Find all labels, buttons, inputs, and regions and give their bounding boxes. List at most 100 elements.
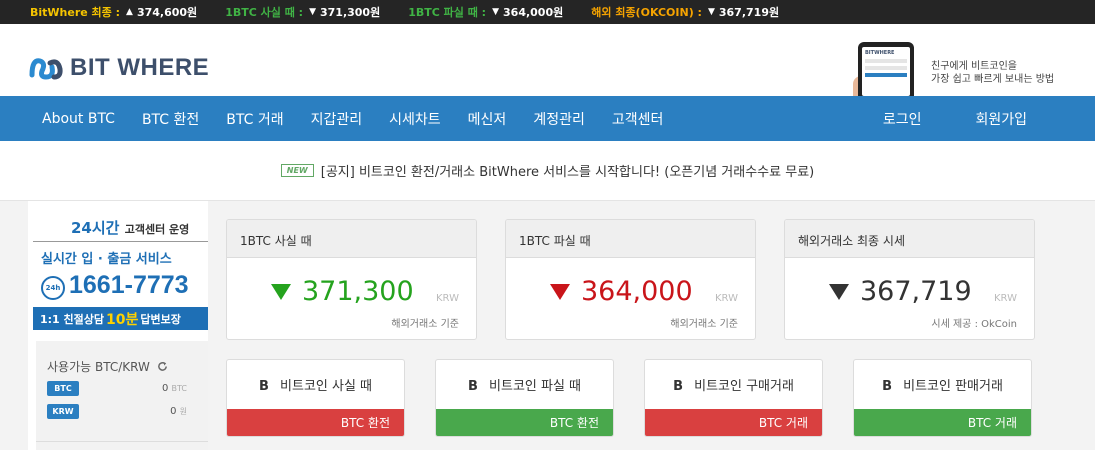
currency-badge: KRW — [47, 404, 79, 419]
phone-button — [865, 73, 907, 77]
ticker-label: BitWhere 최종 : — [30, 6, 121, 19]
ticker-value: 367,719원 — [718, 6, 780, 19]
price-display: 367,719 — [829, 276, 972, 307]
notice-link[interactable]: [공지] 비트코인 환전/거래소 BitWhere 서비스를 시작합니다! (오… — [321, 161, 814, 180]
ticker-value: 364,000원 — [503, 6, 564, 19]
balance-value: 0 BTC — [162, 383, 187, 394]
action-label: B 비트코인 파실 때 — [436, 375, 613, 394]
action-footer[interactable]: BTC 거래 — [854, 409, 1031, 436]
action-sale-trade[interactable]: B 비트코인 판매거래 BTC 거래 — [853, 359, 1032, 437]
price-value: 371,300 — [302, 276, 414, 307]
price-value: 364,000 — [581, 276, 693, 307]
currency-badge: BTC — [47, 381, 79, 396]
action-buy-bitcoin[interactable]: B 비트코인 사실 때 BTC 환전 — [226, 359, 405, 437]
cs-title: 24시간 고객센터 운영 — [71, 217, 189, 238]
phone-screen: BITWHERE — [862, 47, 910, 96]
cs-bottom-post: 답변보장 — [140, 312, 181, 326]
cs-bottom-highlight: 10분 — [106, 311, 139, 328]
action-label-text: 비트코인 사실 때 — [280, 379, 373, 394]
customer-center-banner[interactable]: 24시간 고객센터 운영 실시간 입 · 출금 서비스 24h 1661-777… — [33, 217, 208, 330]
action-footer[interactable]: BTC 환전 — [227, 409, 404, 436]
price-ticker: BitWhere 최종 : ▲ 374,600원 1BTC 사실 때 : ▼ 3… — [0, 0, 1095, 24]
card-body: 371,300 KRW 해외거래소 기준 — [227, 258, 476, 339]
ticker-label: 1BTC 파실 때 : — [408, 6, 487, 19]
nav-item-account[interactable]: 계정관리 — [533, 109, 585, 129]
ticker-item-sell: 1BTC 파실 때 : ▼ 364,000원 — [408, 4, 563, 20]
nav-item-about-btc[interactable]: About BTC — [42, 111, 115, 127]
action-footer[interactable]: BTC 거래 — [645, 409, 822, 436]
card-title: 1BTC 파실 때 — [506, 220, 755, 258]
balance-row-btc: BTC 0 BTC — [47, 381, 187, 396]
price-unit: KRW — [436, 293, 459, 304]
bitcoin-icon: B — [673, 379, 683, 394]
phone-field — [865, 59, 907, 63]
balance-amount: 0 — [170, 406, 177, 417]
action-footer[interactable]: BTC 환전 — [436, 409, 613, 436]
action-label: B 비트코인 사실 때 — [227, 375, 404, 394]
ticker-label: 해외 최종(OKCOIN) : — [591, 6, 702, 19]
bitcoin-icon: B — [882, 379, 892, 394]
card-title: 해외거래소 최종 시세 — [785, 220, 1034, 258]
balance-panel: 사용가능 BTC/KRW BTC 0 BTC KRW 0 원 — [36, 341, 208, 450]
login-link[interactable]: 로그인 — [883, 109, 922, 129]
phone-logo: BITWHERE — [865, 50, 895, 56]
card-body: 364,000 KRW 해외거래소 기준 — [506, 258, 755, 339]
ticker-label: 1BTC 사실 때 : — [225, 6, 304, 19]
price-unit: KRW — [994, 293, 1017, 304]
price-value: 367,719 — [860, 276, 972, 307]
ticker-value: 374,600원 — [136, 6, 198, 19]
price-source: 해외거래소 기준 — [670, 319, 738, 330]
site-header: BIT WHERE BITWHERE 친구에게 비트코인을 가장 쉽고 빠르게 … — [0, 24, 1095, 96]
balance-row-krw: KRW 0 원 — [47, 404, 187, 419]
cs-service: 실시간 입 · 출금 서비스 — [41, 252, 172, 267]
promo-line: 가장 쉽고 빠르게 보내는 방법 — [931, 74, 1055, 85]
sidebar: 24시간 고객센터 운영 실시간 입 · 출금 서비스 24h 1661-777… — [28, 201, 208, 450]
cs-bottom-strip: 1:1 친절상담 10분 답변보장 — [33, 307, 208, 330]
price-source: 해외거래소 기준 — [391, 319, 459, 330]
price-source: 시세 제공 : OkCoin — [931, 319, 1017, 330]
action-label: B 비트코인 구매거래 — [645, 375, 822, 394]
action-purchase-trade[interactable]: B 비트코인 구매거래 BTC 거래 — [644, 359, 823, 437]
ticker-item-okcoin: 해외 최종(OKCOIN) : ▼ 367,719원 — [591, 4, 779, 20]
cs-phone-number: 1661-7773 — [69, 271, 189, 299]
down-triangle-icon — [271, 283, 291, 300]
promo-text[interactable]: 친구에게 비트코인을 가장 쉽고 빠르게 보내는 방법 — [931, 60, 1054, 86]
ticker-value: 371,300원 — [319, 6, 381, 19]
nav-item-btc-exchange[interactable]: BTC 환전 — [142, 109, 199, 129]
nav-auth: 로그인 회원가입 — [856, 96, 1054, 141]
down-arrow-icon: ▼ — [707, 7, 715, 17]
action-label-text: 비트코인 파실 때 — [489, 379, 582, 394]
action-sell-bitcoin[interactable]: B 비트코인 파실 때 BTC 환전 — [435, 359, 614, 437]
signup-link[interactable]: 회원가입 — [975, 109, 1027, 129]
balance-value: 0 원 — [170, 406, 187, 417]
price-display: 364,000 — [550, 276, 693, 307]
ticker-item-bitwhere: BitWhere 최종 : ▲ 374,600원 — [30, 4, 197, 20]
promo-line: 친구에게 비트코인을 — [931, 61, 1017, 72]
up-arrow-icon: ▲ — [126, 7, 133, 17]
nav-item-messenger[interactable]: 메신저 — [468, 109, 507, 129]
price-display: 371,300 — [271, 276, 414, 307]
down-arrow-icon: ▼ — [309, 7, 316, 17]
nav-item-price-chart[interactable]: 시세차트 — [389, 109, 441, 129]
bitcoin-icon: B — [258, 379, 269, 394]
bitwhere-logo-icon — [29, 58, 63, 80]
action-label-text: 비트코인 구매거래 — [694, 379, 794, 394]
card-title: 1BTC 사실 때 — [227, 220, 476, 258]
logo-text: BIT WHERE — [70, 54, 210, 81]
price-unit: KRW — [715, 293, 738, 304]
nav-item-btc-trade[interactable]: BTC 거래 — [226, 109, 283, 129]
new-badge: NEW — [280, 164, 314, 177]
nav-item-wallet[interactable]: 지갑관리 — [311, 109, 363, 129]
site-logo[interactable]: BIT WHERE — [28, 54, 209, 82]
refresh-icon[interactable] — [157, 361, 168, 372]
card-body: 367,719 KRW 시세 제공 : OkCoin — [785, 258, 1034, 339]
balance-amount: 0 — [161, 383, 169, 394]
price-card-overseas: 해외거래소 최종 시세 367,719 KRW 시세 제공 : OkCoin — [784, 219, 1035, 340]
divider — [33, 241, 208, 242]
phone-graphic: BITWHERE — [858, 42, 914, 96]
cs-title-main: 24시간 — [71, 219, 120, 237]
price-card-buy: 1BTC 사실 때 371,300 KRW 해외거래소 기준 — [226, 219, 477, 340]
balance-title-text: 사용가능 BTC/KRW — [47, 360, 150, 374]
cs-bottom-pre: 1:1 친절상담 — [40, 312, 105, 326]
nav-item-support[interactable]: 고객센터 — [612, 109, 664, 129]
